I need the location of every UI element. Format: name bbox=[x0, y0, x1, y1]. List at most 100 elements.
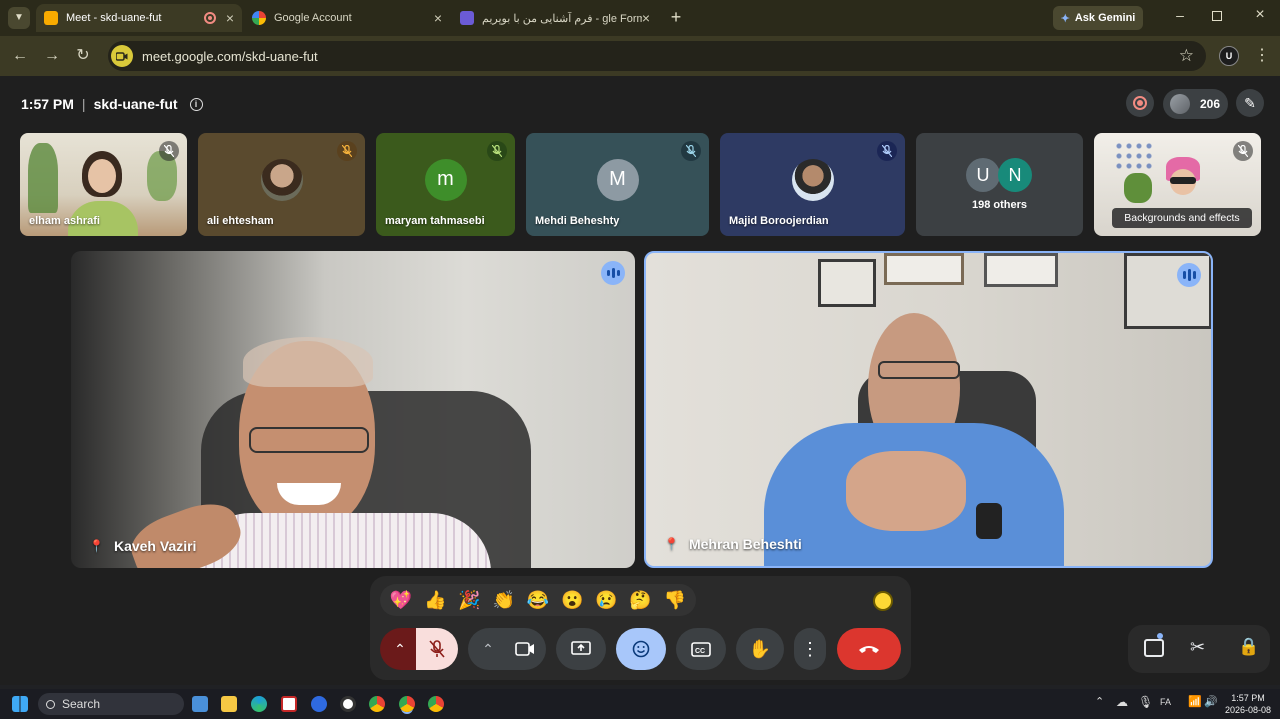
microphone-icon[interactable]: 🎙 bbox=[1138, 695, 1153, 709]
tab-search-button[interactable]: ▼ bbox=[8, 7, 30, 29]
file-explorer-icon[interactable] bbox=[221, 696, 237, 712]
participant-video bbox=[71, 251, 635, 568]
participant-tile[interactable]: Majid Boroojerdian bbox=[720, 133, 905, 236]
participant-tile[interactable]: M Mehdi Beheshty bbox=[526, 133, 709, 236]
main-participant-tile[interactable]: 📍 Mehran Beheshti bbox=[644, 251, 1213, 568]
participant-tile[interactable]: m maryam tahmasebi bbox=[376, 133, 515, 236]
close-window-icon[interactable]: × bbox=[1252, 7, 1268, 23]
host-controls-lock-icon[interactable]: 🔒 bbox=[1238, 637, 1259, 657]
reaction-sparkling-heart[interactable]: 💖 bbox=[390, 590, 412, 611]
more-options-button[interactable]: ⋮ bbox=[794, 628, 826, 670]
dell-app-icon[interactable] bbox=[340, 696, 356, 712]
address-bar[interactable]: meet.google.com/skd-uane-fut ☆ bbox=[108, 41, 1206, 71]
reaction-surprised[interactable]: 😮 bbox=[561, 590, 583, 611]
mic-off-icon bbox=[159, 141, 179, 161]
avatar-initial: M bbox=[609, 168, 626, 190]
browser-menu-icon[interactable]: ⋮ bbox=[1254, 46, 1270, 66]
tab-google-forms[interactable]: فرم آشنایی من با بوپریم - gle Forms × bbox=[452, 4, 658, 32]
forward-icon[interactable]: → bbox=[42, 46, 62, 66]
close-tab-icon[interactable]: × bbox=[226, 10, 234, 26]
present-screen-button[interactable] bbox=[556, 628, 606, 670]
google-favicon-icon bbox=[252, 11, 266, 25]
wifi-icon[interactable]: 📶 bbox=[1188, 695, 1202, 708]
meet-favicon-icon bbox=[44, 11, 58, 25]
edge-icon[interactable] bbox=[251, 696, 267, 712]
language-indicator[interactable]: FA bbox=[1160, 697, 1171, 707]
smiley-icon bbox=[632, 640, 650, 658]
main-participant-tile[interactable]: 📍 Kaveh Vaziri bbox=[71, 251, 635, 568]
reaction-party[interactable]: 🎉 bbox=[458, 590, 480, 611]
tab-title: Google Account bbox=[274, 12, 352, 24]
video-options-button[interactable]: ⌃ bbox=[468, 628, 508, 670]
tab-meet[interactable]: Meet - skd-uane-fut × bbox=[36, 4, 242, 32]
camera-toggle-button[interactable] bbox=[504, 628, 546, 670]
ask-gemini-button[interactable]: ✦ Ask Gemini bbox=[1053, 6, 1143, 30]
reactions-toggle-button[interactable] bbox=[616, 628, 666, 670]
reaction-clap[interactable]: 👏 bbox=[493, 590, 515, 611]
hang-up-icon bbox=[859, 646, 879, 653]
captions-button[interactable]: CC bbox=[676, 628, 726, 670]
host-controls-pen-icon[interactable]: ✎ bbox=[1236, 89, 1264, 117]
reaction-laugh[interactable]: 😂 bbox=[527, 590, 549, 611]
participant-avatar bbox=[260, 158, 303, 201]
tray-overflow-icon[interactable]: ⌃ bbox=[1095, 695, 1104, 708]
minimize-window-icon[interactable]: – bbox=[1172, 8, 1188, 24]
bookmark-star-icon[interactable]: ☆ bbox=[1179, 46, 1194, 66]
tab-google-account[interactable]: Google Account × bbox=[244, 4, 450, 32]
chat-icon[interactable] bbox=[1144, 639, 1164, 657]
site-camera-icon[interactable] bbox=[111, 45, 133, 67]
new-tab-button[interactable]: + bbox=[666, 7, 686, 27]
recording-button[interactable] bbox=[1126, 89, 1154, 117]
others-count: 198 others bbox=[971, 199, 1028, 211]
raise-hand-button[interactable]: ✋ bbox=[736, 628, 784, 670]
activities-tools-icon[interactable]: ✂ bbox=[1190, 637, 1205, 658]
audio-options-button[interactable]: ⌃ bbox=[380, 628, 420, 670]
participant-tile[interactable]: elham ashrafi bbox=[20, 133, 187, 236]
meeting-info-icon[interactable]: i bbox=[189, 97, 203, 111]
cloud-icon[interactable]: ☁ bbox=[1116, 695, 1128, 709]
mail-app-icon[interactable] bbox=[281, 696, 297, 712]
taskbar-search-box[interactable]: Search bbox=[38, 693, 184, 715]
close-tab-icon[interactable]: × bbox=[642, 10, 650, 26]
recording-indicator-icon bbox=[204, 12, 216, 24]
todo-app-icon[interactable] bbox=[311, 696, 327, 712]
windows-start-icon[interactable] bbox=[12, 696, 28, 712]
pin-icon: 📍 bbox=[664, 537, 679, 551]
profile-avatar[interactable]: U bbox=[1219, 46, 1239, 66]
chrome-profile-icon[interactable] bbox=[428, 696, 444, 712]
skin-tone-picker[interactable] bbox=[873, 591, 893, 611]
windows-taskbar: Search ⌃ ☁ 🎙 FA 📶 🔊 1:57 PM 2026-08-08 bbox=[0, 689, 1280, 719]
tab-title: فرم آشنایی من با بوپریم - gle Forms bbox=[482, 12, 642, 25]
reaction-thumbs-up[interactable]: 👍 bbox=[424, 590, 446, 611]
others-avatars: U N bbox=[966, 158, 1032, 192]
chevron-up-icon: ⌃ bbox=[394, 640, 406, 657]
task-view-icon[interactable] bbox=[192, 696, 208, 712]
reload-icon[interactable]: ↻ bbox=[73, 46, 93, 66]
mic-off-icon bbox=[337, 141, 357, 161]
close-tab-icon[interactable]: × bbox=[434, 10, 442, 26]
camera-icon bbox=[515, 642, 534, 656]
participant-avatar bbox=[791, 158, 834, 201]
reaction-thinking[interactable]: 🤔 bbox=[629, 590, 651, 611]
clock-date: 2026-08-08 bbox=[1224, 705, 1272, 715]
chrome-icon[interactable] bbox=[369, 696, 385, 712]
reaction-thumbs-down[interactable]: 👎 bbox=[664, 590, 686, 611]
others-tile[interactable]: U N 198 others bbox=[916, 133, 1083, 236]
participant-name: Majid Boroojerdian bbox=[729, 215, 829, 227]
back-icon[interactable]: ← bbox=[10, 46, 30, 66]
mic-toggle-button[interactable] bbox=[416, 628, 458, 670]
leave-call-button[interactable] bbox=[837, 628, 901, 670]
participant-count: 206 bbox=[1200, 97, 1221, 111]
backgrounds-effects-tooltip[interactable]: Backgrounds and effects bbox=[1112, 208, 1252, 228]
self-view-tile[interactable]: Backgrounds and effects bbox=[1094, 133, 1261, 236]
restore-window-icon[interactable] bbox=[1212, 11, 1222, 21]
reaction-sad[interactable]: 😢 bbox=[595, 590, 617, 611]
taskbar-clock[interactable]: 1:57 PM 2026-08-08 bbox=[1222, 692, 1274, 716]
participant-tile[interactable]: ali ehtesham bbox=[198, 133, 365, 236]
mic-off-icon bbox=[681, 141, 701, 161]
volume-icon[interactable]: 🔊 bbox=[1204, 695, 1218, 708]
record-dot-icon bbox=[1133, 96, 1147, 110]
chrome-profile-icon[interactable] bbox=[399, 696, 415, 712]
participants-button[interactable]: 206 bbox=[1163, 89, 1228, 119]
meeting-code: skd-uane-fut bbox=[93, 96, 178, 112]
